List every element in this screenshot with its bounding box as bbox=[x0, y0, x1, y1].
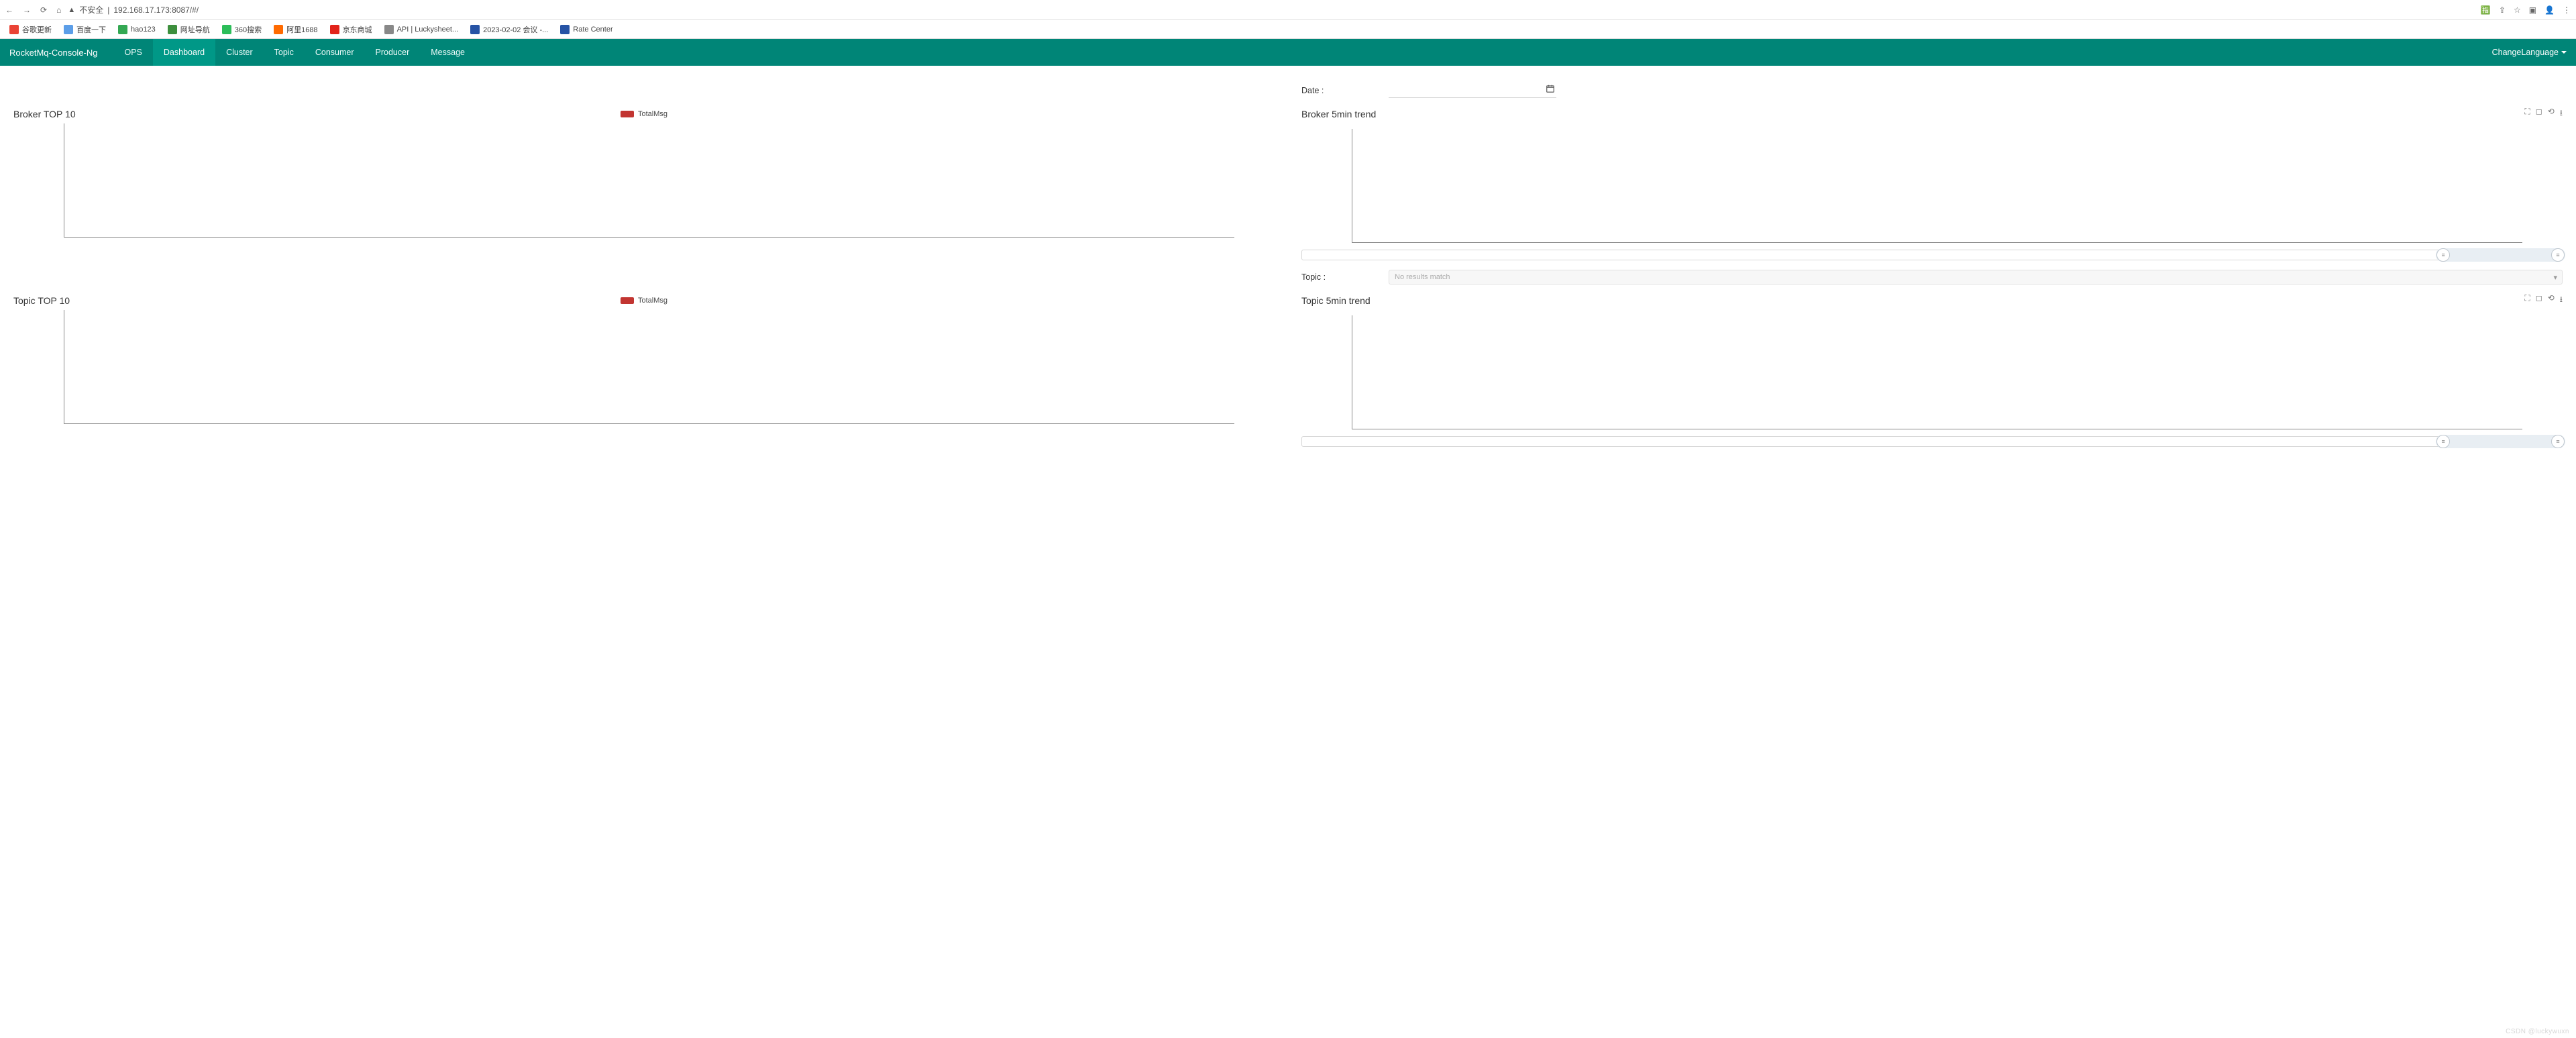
app-navbar: RocketMq-Console-Ng OPSDashboardClusterT… bbox=[0, 39, 2576, 66]
range-handle-left[interactable]: ≡ bbox=[2436, 248, 2450, 262]
bookmark-favicon-icon bbox=[64, 25, 73, 34]
bookmark-favicon-icon bbox=[9, 25, 19, 34]
star-icon[interactable]: ☆ bbox=[2514, 5, 2521, 15]
panel-title-broker-trend: Broker 5min trend bbox=[1301, 109, 1376, 119]
address-bar[interactable]: ▲ 不安全 | 192.168.17.173:8087/#/ bbox=[68, 4, 2474, 15]
zoom-reset-icon[interactable]: ◻ bbox=[2536, 293, 2542, 307]
bookmark-item[interactable]: 百度一下 bbox=[64, 24, 106, 35]
zoom-area-icon[interactable]: ⛶ bbox=[2524, 293, 2530, 307]
date-input[interactable] bbox=[1389, 83, 1556, 98]
chart-broker-top10 bbox=[64, 123, 1234, 238]
legend-topic-top10: TotalMsg bbox=[13, 297, 1275, 305]
profile-icon[interactable]: 👤 bbox=[2544, 5, 2555, 15]
nav-reload-icon[interactable]: ⟳ bbox=[40, 5, 47, 15]
chart-tools-broker-trend: ⛶ ◻ ⟲ ⭳ bbox=[2524, 107, 2563, 121]
bookmark-item[interactable]: 360搜索 bbox=[222, 24, 262, 35]
bookmark-item[interactable]: API | Luckysheet... bbox=[384, 25, 459, 34]
insecure-icon: ▲ bbox=[68, 6, 75, 14]
nav-tab-message[interactable]: Message bbox=[420, 39, 476, 66]
change-language-label: ChangeLanguage bbox=[2492, 48, 2559, 57]
kebab-menu-icon[interactable]: ⋮ bbox=[2563, 5, 2571, 15]
app-brand: RocketMq-Console-Ng bbox=[9, 48, 98, 58]
bookmark-item[interactable]: 京东商城 bbox=[330, 24, 372, 35]
bookmark-favicon-icon bbox=[470, 25, 480, 34]
topic-select-placeholder: No results match bbox=[1395, 273, 1450, 281]
legend-broker-top10: TotalMsg bbox=[13, 110, 1275, 118]
bookmark-favicon-icon bbox=[118, 25, 127, 34]
chevron-down-icon bbox=[2561, 48, 2567, 57]
nav-tab-cluster[interactable]: Cluster bbox=[215, 39, 264, 66]
download-icon[interactable]: ⭳ bbox=[2560, 107, 2563, 121]
bookmark-favicon-icon bbox=[222, 25, 231, 34]
bookmark-label: 网址导航 bbox=[180, 24, 210, 35]
refresh-icon[interactable]: ⟲ bbox=[2548, 293, 2555, 307]
legend-label: TotalMsg bbox=[638, 110, 667, 118]
bookmark-item[interactable]: 谷歌更新 bbox=[9, 24, 52, 35]
legend-label: TotalMsg bbox=[638, 297, 667, 305]
panel-icon[interactable]: ▣ bbox=[2529, 5, 2536, 15]
date-label: Date : bbox=[1301, 86, 1389, 95]
zoom-area-icon[interactable]: ⛶ bbox=[2524, 107, 2530, 121]
nav-tab-topic[interactable]: Topic bbox=[264, 39, 305, 66]
range-handle-right[interactable]: ≡ bbox=[2551, 248, 2565, 262]
bookmark-item[interactable]: 阿里1688 bbox=[274, 24, 317, 35]
chevron-down-icon: ▾ bbox=[2553, 273, 2557, 282]
bookmark-label: Rate Center bbox=[573, 25, 612, 34]
change-language-dropdown[interactable]: ChangeLanguage bbox=[2492, 48, 2567, 57]
time-range-slider-broker[interactable]: ≡ ≡ bbox=[1301, 250, 2563, 260]
chart-broker-trend bbox=[1352, 129, 2522, 243]
bookmark-favicon-icon bbox=[384, 25, 394, 34]
bookmarks-bar: 谷歌更新 百度一下 hao123 网址导航 360搜索 阿里1688 京东商城 API | L… bbox=[0, 20, 2576, 39]
chart-topic-top10 bbox=[64, 310, 1234, 424]
legend-swatch-icon bbox=[621, 111, 634, 117]
nav-tab-consumer[interactable]: Consumer bbox=[305, 39, 365, 66]
download-icon[interactable]: ⭳ bbox=[2560, 293, 2563, 307]
nav-tab-ops[interactable]: OPS bbox=[114, 39, 153, 66]
bookmark-item[interactable]: 2023-02-02 会议 -... bbox=[470, 24, 548, 35]
bookmark-label: 2023-02-02 会议 -... bbox=[483, 24, 548, 35]
bookmark-label: 百度一下 bbox=[76, 24, 106, 35]
url-text: 192.168.17.173:8087/#/ bbox=[113, 5, 199, 15]
bookmark-item[interactable]: Rate Center bbox=[560, 25, 612, 34]
bookmark-label: 谷歌更新 bbox=[22, 24, 52, 35]
bookmark-label: 京东商城 bbox=[343, 24, 372, 35]
bookmark-label: 360搜索 bbox=[235, 24, 262, 35]
watermark: CSDN @luckywuxn bbox=[2506, 1028, 2569, 1035]
panel-title-topic-trend: Topic 5min trend bbox=[1301, 295, 1371, 306]
translate-icon[interactable]: 🈯 bbox=[2481, 5, 2491, 15]
bookmark-favicon-icon bbox=[168, 25, 177, 34]
nav-fwd-icon[interactable]: → bbox=[23, 5, 31, 15]
bookmark-item[interactable]: hao123 bbox=[118, 25, 156, 34]
nav-tab-producer[interactable]: Producer bbox=[365, 39, 421, 66]
time-range-slider-topic[interactable]: ≡ ≡ bbox=[1301, 436, 2563, 447]
refresh-icon[interactable]: ⟲ bbox=[2548, 107, 2555, 121]
range-handle-right[interactable]: ≡ bbox=[2551, 435, 2565, 448]
nav-home-icon[interactable]: ⌂ bbox=[56, 5, 61, 15]
bookmark-item[interactable]: 网址导航 bbox=[168, 24, 210, 35]
bookmark-favicon-icon bbox=[274, 25, 283, 34]
bookmark-label: API | Luckysheet... bbox=[397, 25, 459, 34]
nav-tab-dashboard[interactable]: Dashboard bbox=[153, 39, 215, 66]
date-text-field[interactable] bbox=[1389, 86, 1556, 95]
nav-tabs: OPSDashboardClusterTopicConsumerProducer… bbox=[114, 39, 476, 66]
topic-select[interactable]: No results match ▾ bbox=[1389, 270, 2563, 284]
topic-label: Topic : bbox=[1301, 272, 1389, 282]
zoom-reset-icon[interactable]: ◻ bbox=[2536, 107, 2542, 121]
chart-tools-topic-trend: ⛶ ◻ ⟲ ⭳ bbox=[2524, 293, 2563, 307]
range-handle-left[interactable]: ≡ bbox=[2436, 435, 2450, 448]
nav-back-icon[interactable]: ← bbox=[5, 5, 13, 15]
bookmark-favicon-icon bbox=[560, 25, 570, 34]
share-icon[interactable]: ⇪ bbox=[2499, 5, 2506, 15]
chart-topic-trend bbox=[1352, 315, 2522, 429]
bookmark-favicon-icon bbox=[330, 25, 339, 34]
legend-swatch-icon bbox=[621, 297, 634, 304]
browser-toolbar: ← → ⟳ ⌂ ▲ 不安全 | 192.168.17.173:8087/#/ 🈯… bbox=[0, 0, 2576, 20]
bookmark-label: 阿里1688 bbox=[286, 24, 317, 35]
bookmark-label: hao123 bbox=[131, 25, 156, 34]
insecure-label: 不安全 bbox=[79, 4, 103, 15]
